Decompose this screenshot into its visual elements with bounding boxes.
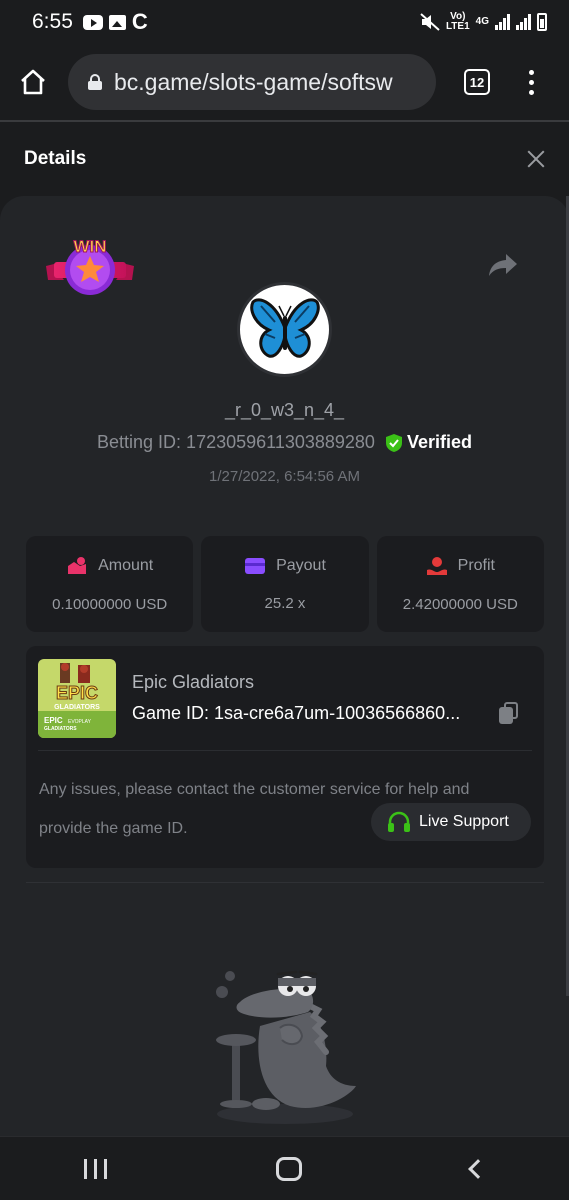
payout-icon: [245, 557, 266, 574]
stat-payout-value: 25.2 x: [264, 594, 306, 612]
copy-icon[interactable]: [499, 702, 519, 724]
verified-shield-icon: [385, 433, 402, 452]
youtube-icon: [82, 14, 103, 30]
more-menu-icon[interactable]: [528, 69, 534, 95]
stat-payout-label: Payout: [276, 556, 326, 574]
c-notification-icon: C: [131, 9, 148, 34]
tab-switcher-button[interactable]: 12: [464, 69, 490, 95]
url-text: bc.game/slots-game/softsw: [114, 68, 393, 95]
game-thumbnail[interactable]: EPIC GLADIATORS EPIC EVOPLAY GLADIATORS: [38, 659, 116, 738]
username: _r_0_w3_n_4_: [224, 400, 345, 420]
thumb-logo-brand: EVOPLAY: [68, 719, 92, 725]
win-badge-icon: WIN: [46, 237, 134, 295]
browser-toolbar: bc.game/slots-game/softsw 12: [0, 44, 569, 120]
volte-indicator: Vo) LTE1: [446, 12, 470, 32]
section-divider: [26, 882, 544, 883]
close-icon[interactable]: [527, 150, 545, 168]
volte-bottom-text: LTE1: [445, 21, 470, 32]
verified-label: Verified: [406, 432, 472, 452]
stat-amount-label: Amount: [98, 556, 154, 574]
game-card: EPIC GLADIATORS EPIC EVOPLAY GLADIATORS …: [26, 646, 544, 868]
home-nav-icon[interactable]: [275, 1156, 302, 1181]
address-bar[interactable]: bc.game/slots-game/softsw: [68, 54, 436, 110]
thumb-subtitle-text: GLADIATORS: [54, 704, 100, 711]
stat-amount-head: Amount: [66, 556, 153, 576]
thumb-title-text: EPIC: [56, 683, 98, 703]
android-nav-bar: [0, 1136, 569, 1200]
mute-icon: [420, 13, 440, 31]
game-name[interactable]: Epic Gladiators: [132, 672, 254, 693]
game-id-row: Game ID: 1sa-cre6a7um-10036566860...: [132, 702, 532, 724]
stat-amount-value: 0.10000000 USD: [52, 595, 168, 613]
details-header: Details: [0, 122, 569, 196]
stat-profit-head: Profit: [426, 556, 495, 576]
notification-icons: C: [82, 9, 148, 34]
profit-icon: [426, 556, 447, 575]
lock-icon[interactable]: [88, 74, 102, 90]
signal-1-icon: [495, 14, 510, 30]
amount-icon: [68, 556, 87, 574]
stat-amount: Amount 0.10000000 USD: [26, 536, 194, 632]
live-support-button[interactable]: Live Support: [371, 803, 531, 841]
stat-payout-head: Payout: [244, 557, 326, 575]
betting-id-row: Betting ID: 1723059611303889280 Verified: [0, 432, 569, 453]
battery-icon: [537, 13, 547, 31]
stat-payout: Payout 25.2 x: [201, 536, 369, 632]
stat-profit-label: Profit: [457, 556, 495, 574]
card-divider: [38, 750, 532, 751]
back-icon[interactable]: [467, 1158, 488, 1179]
network-type: 4G: [475, 16, 489, 27]
bet-stats: Amount 0.10000000 USD Payout 25.2 x Prof…: [26, 536, 544, 632]
recent-apps-icon[interactable]: [84, 1158, 108, 1179]
home-icon[interactable]: [18, 67, 48, 97]
status-time: 6:55: [32, 10, 73, 33]
betting-id: Betting ID: 1723059611303889280: [97, 432, 375, 452]
live-support-label: Live Support: [419, 813, 509, 830]
screen: 6:55 C Vo) LTE1 4G bc.game/slots-game/so…: [0, 0, 569, 1200]
butterfly-avatar-icon: [249, 297, 320, 358]
headset-icon: [388, 811, 410, 832]
signal-2-icon: [516, 14, 531, 30]
system-icons: Vo) LTE1 4G: [420, 12, 547, 32]
avatar: [237, 282, 332, 377]
crocodile-mascot-icon: [216, 970, 356, 1124]
stat-profit-value: 2.42000000 USD: [402, 595, 518, 613]
gallery-icon: [108, 14, 126, 30]
page-title: Details: [24, 148, 87, 169]
status-bar: 6:55 C Vo) LTE1 4G: [0, 0, 569, 44]
stat-profit: Profit 2.42000000 USD: [376, 536, 544, 632]
thumb-logo-sub: GLADIATORS: [44, 726, 77, 732]
thumb-logo-text: EPIC: [44, 716, 63, 725]
bet-details-panel: WIN _r_0_w3_n_4_ Betting ID: 17230596113…: [0, 196, 569, 1136]
win-badge-text: WIN: [73, 237, 106, 256]
share-icon[interactable]: [488, 252, 518, 278]
bet-datetime: 1/27/2022, 6:54:56 AM: [209, 468, 360, 485]
game-id: Game ID: 1sa-cre6a7um-10036566860...: [132, 702, 461, 723]
